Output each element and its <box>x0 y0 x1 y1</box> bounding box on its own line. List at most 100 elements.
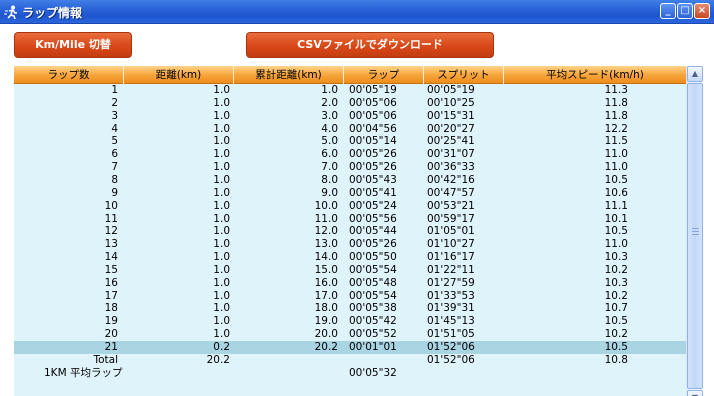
average-speed: 10.1 <box>604 212 628 225</box>
cumulative-distance: 20.2 <box>314 341 338 353</box>
split-time: 01'27"59 <box>427 276 475 289</box>
average-speed: 10.5 <box>604 225 628 238</box>
average-speed: 10.5 <box>604 315 628 328</box>
average-speed: 10.7 <box>604 302 628 315</box>
csv-download-button[interactable]: CSVファイルでダウンロード <box>246 32 494 58</box>
lap-time: 00'05"14 <box>349 135 397 148</box>
lap-distance: 1.0 <box>213 148 230 161</box>
split-time: 00'05"19 <box>427 84 475 96</box>
total-speed: 10.8 <box>604 353 628 366</box>
table-row[interactable]: 10 1.0 10.0 00'05"24 00'53"21 11.1 <box>14 200 686 213</box>
window-body: Km/Mile 切替 CSVファイルでダウンロード ラップ数 距離(km) 累計… <box>0 24 714 396</box>
lap-distance: 1.0 <box>213 96 230 109</box>
maximize-button[interactable]: □ <box>677 3 693 19</box>
table-row[interactable]: 16 1.0 16.0 00'05"48 01'27"59 10.3 <box>14 277 686 290</box>
total-row: Total 20.2 01'52"06 10.8 <box>14 354 686 367</box>
table-row[interactable]: 18 1.0 18.0 00'05"38 01'39"31 10.7 <box>14 302 686 315</box>
unit-toggle-button[interactable]: Km/Mile 切替 <box>14 32 132 58</box>
lap-time: 00'05"48 <box>349 276 397 289</box>
table-row[interactable]: 14 1.0 14.0 00'05"50 01'16"17 10.3 <box>14 251 686 264</box>
cumulative-distance: 17.0 <box>314 289 338 302</box>
scroll-down-arrow-icon[interactable]: ▼ <box>687 390 703 396</box>
table-row[interactable]: 9 1.0 9.0 00'05"41 00'47"57 10.6 <box>14 187 686 200</box>
table-row[interactable]: 12 1.0 12.0 00'05"44 01'05"01 10.5 <box>14 225 686 238</box>
lap-time: 00'05"41 <box>349 186 397 199</box>
cumulative-distance: 9.0 <box>321 186 338 199</box>
cumulative-distance: 7.0 <box>321 161 338 174</box>
table-row[interactable]: 6 1.0 6.0 00'05"26 00'31"07 11.0 <box>14 148 686 161</box>
table-row[interactable]: 3 1.0 3.0 00'05"06 00'15"31 11.8 <box>14 110 686 123</box>
header-lap-time[interactable]: ラップ <box>344 66 424 84</box>
average-speed: 11.0 <box>604 238 628 251</box>
average-speed: 10.3 <box>604 276 628 289</box>
table-row[interactable]: 4 1.0 4.0 00'04"56 00'20"27 12.2 <box>14 123 686 136</box>
split-time: 00'15"31 <box>427 109 475 122</box>
scroll-thumb[interactable] <box>687 83 703 389</box>
cumulative-distance: 14.0 <box>314 251 338 264</box>
table-row[interactable]: 11 1.0 11.0 00'05"56 00'59"17 10.1 <box>14 213 686 226</box>
lap-number: 12 <box>104 225 118 238</box>
table-row[interactable]: 13 1.0 13.0 00'05"26 01'10"27 11.0 <box>14 238 686 251</box>
table-header: ラップ数 距離(km) 累計距離(km) ラップ スプリット 平均スピード(km… <box>14 66 686 84</box>
header-distance[interactable]: 距離(km) <box>124 66 234 84</box>
lap-time: 00'05"43 <box>349 173 397 186</box>
split-time: 00'47"57 <box>427 186 475 199</box>
scroll-up-arrow-icon[interactable]: ▲ <box>687 66 703 82</box>
header-split[interactable]: スプリット <box>424 66 504 84</box>
average-speed: 11.8 <box>604 96 628 109</box>
title-bar: ラップ情報 _ □ × <box>0 0 714 24</box>
cumulative-distance: 2.0 <box>321 96 338 109</box>
table-row[interactable]: 19 1.0 19.0 00'05"42 01'45"13 10.5 <box>14 315 686 328</box>
lap-distance: 1.0 <box>213 263 230 276</box>
lap-time: 00'05"42 <box>349 315 397 328</box>
split-time: 00'25"41 <box>427 135 475 148</box>
table-row[interactable]: 20 1.0 20.0 00'05"52 01'51"05 10.2 <box>14 328 686 341</box>
vertical-scrollbar[interactable]: ▲ ▼ <box>686 66 703 396</box>
lap-distance: 1.0 <box>213 289 230 302</box>
average-speed: 11.8 <box>604 109 628 122</box>
lap-time: 00'05"38 <box>349 302 397 315</box>
cumulative-distance: 12.0 <box>314 225 338 238</box>
lap-time: 00'04"56 <box>349 122 397 135</box>
lap-time: 00'05"06 <box>349 109 397 122</box>
header-cumulative-distance[interactable]: 累計距離(km) <box>234 66 344 84</box>
average-speed: 11.1 <box>604 199 628 212</box>
table-row[interactable]: 7 1.0 7.0 00'05"26 00'36"33 11.0 <box>14 161 686 174</box>
header-lap-count[interactable]: ラップ数 <box>14 66 124 84</box>
table-row[interactable]: 2 1.0 2.0 00'05"06 00'10"25 11.8 <box>14 97 686 110</box>
lap-time: 00'05"54 <box>349 289 397 302</box>
table-row[interactable]: 17 1.0 17.0 00'05"54 01'33"53 10.2 <box>14 290 686 303</box>
cumulative-distance: 20.0 <box>314 328 338 341</box>
lap-number: 11 <box>104 212 118 225</box>
split-time: 01'05"01 <box>427 225 475 238</box>
lap-distance: 1.0 <box>213 199 230 212</box>
header-average-speed[interactable]: 平均スピード(km/h) <box>504 66 686 84</box>
lap-number: 17 <box>104 289 118 302</box>
lap-time: 00'05"52 <box>349 328 397 341</box>
lap-number: 10 <box>104 199 118 212</box>
minimize-button[interactable]: _ <box>660 3 676 19</box>
table-row[interactable]: 5 1.0 5.0 00'05"14 00'25"41 11.5 <box>14 135 686 148</box>
lap-distance: 1.0 <box>213 251 230 264</box>
cumulative-distance: 8.0 <box>321 173 338 186</box>
average-speed: 10.2 <box>604 328 628 341</box>
lap-distance: 1.0 <box>213 238 230 251</box>
lap-number: 19 <box>104 315 118 328</box>
cumulative-distance: 19.0 <box>314 315 338 328</box>
close-button[interactable]: × <box>694 3 710 19</box>
table-row[interactable]: 15 1.0 15.0 00'05"54 01'22"11 10.2 <box>14 264 686 277</box>
split-time: 01'22"11 <box>427 263 475 276</box>
table-row[interactable]: 8 1.0 8.0 00'05"43 00'42"16 10.5 <box>14 174 686 187</box>
lap-distance: 1.0 <box>213 135 230 148</box>
lap-distance: 1.0 <box>213 122 230 135</box>
split-time: 01'39"31 <box>427 302 475 315</box>
split-time: 01'52"06 <box>427 341 475 353</box>
cumulative-distance: 13.0 <box>314 238 338 251</box>
lap-time: 00'05"26 <box>349 238 397 251</box>
lap-number: 13 <box>104 238 118 251</box>
table-row[interactable]: 1 1.0 1.0 00'05"19 00'05"19 11.3 <box>14 84 686 97</box>
cumulative-distance: 15.0 <box>314 263 338 276</box>
scroll-grip-icon <box>692 228 699 235</box>
table-row[interactable]: 21 0.2 20.2 00'01"01 01'52"06 10.5 <box>14 341 686 354</box>
lap-time: 00'01"01 <box>349 341 397 353</box>
